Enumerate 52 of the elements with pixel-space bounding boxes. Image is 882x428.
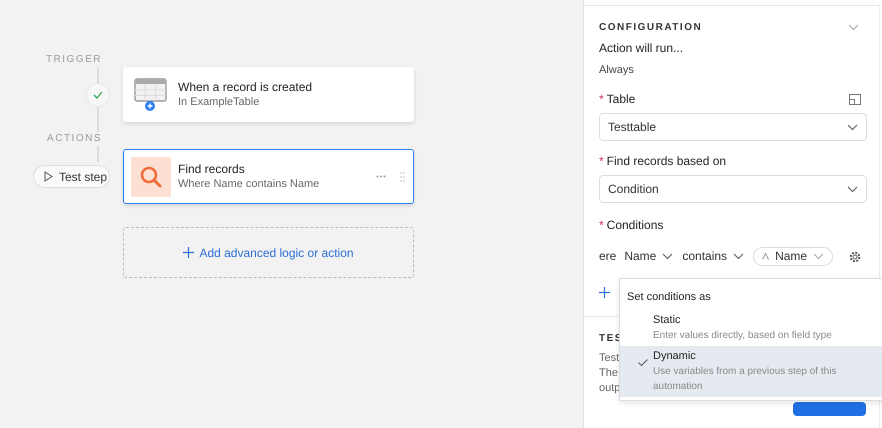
description-text: The [599, 366, 618, 381]
drag-handle-icon[interactable] [400, 172, 405, 182]
operator-dropdown[interactable]: contains [682, 249, 744, 264]
condition-text: ere [599, 249, 616, 264]
check-icon [93, 91, 103, 99]
option-description: Enter values directly, based on field type [653, 328, 833, 342]
menu-option[interactable]: Static Enter values directly, based on field type [620, 310, 882, 346]
chevron-down-icon [847, 124, 858, 130]
option-label: Static [653, 312, 682, 328]
chevron-down-icon [813, 253, 824, 260]
card-title: When a record is created [178, 79, 312, 95]
plus-icon[interactable] [599, 287, 610, 298]
action-card[interactable]: Find records Where Name contains Name [123, 149, 414, 204]
select-field[interactable]: Testtable [599, 113, 867, 141]
more-icon[interactable] [376, 175, 386, 178]
required-mark: * [599, 154, 604, 168]
field-label: Action will run... [599, 41, 684, 56]
play-icon [44, 171, 53, 182]
field-label: * Find records based on [599, 154, 726, 169]
chevron-down-icon [847, 186, 858, 192]
required-mark: * [599, 218, 604, 232]
table-icon [134, 78, 168, 112]
plus-icon [183, 247, 194, 258]
value-dropdown[interactable]: Name [753, 247, 834, 266]
menu-title: Set conditions as [626, 290, 712, 305]
section-title: CONFIGURATION [599, 21, 702, 35]
field-dropdown[interactable]: Name [624, 249, 674, 264]
chevron-down-icon[interactable] [848, 24, 859, 31]
field-label: * Table [599, 92, 636, 107]
trigger-card[interactable]: When a record is created In ExampleTable [123, 67, 414, 122]
text-type-icon [762, 253, 770, 260]
option-label: Dynamic [653, 348, 697, 364]
expand-icon[interactable] [849, 94, 861, 105]
description-text: Test [599, 351, 620, 366]
settings-icon[interactable] [849, 250, 861, 262]
select-field[interactable]: Condition [599, 175, 867, 203]
search-icon [131, 156, 171, 196]
menu-option[interactable]: Dynamic Use variables from a previous step of this automation [620, 346, 882, 396]
card-subtitle: Where Name contains Name [178, 177, 320, 192]
chevron-down-icon [733, 253, 744, 260]
test-step-button[interactable]: Test step [33, 165, 110, 188]
section-label: ACTIONS [47, 132, 102, 146]
section-label: TRIGGER [46, 53, 102, 67]
add-step-button[interactable]: Add advanced logic or action [123, 227, 414, 278]
card-subtitle: In ExampleTable [178, 95, 260, 110]
field-label: * Conditions [599, 218, 664, 233]
card-title: Find records [178, 161, 246, 177]
option-description: Use variables from a previous step of this automation [653, 364, 838, 394]
check-icon [638, 358, 648, 366]
chevron-down-icon [662, 253, 674, 260]
field-value: Always [599, 63, 635, 78]
required-mark: * [599, 92, 604, 106]
